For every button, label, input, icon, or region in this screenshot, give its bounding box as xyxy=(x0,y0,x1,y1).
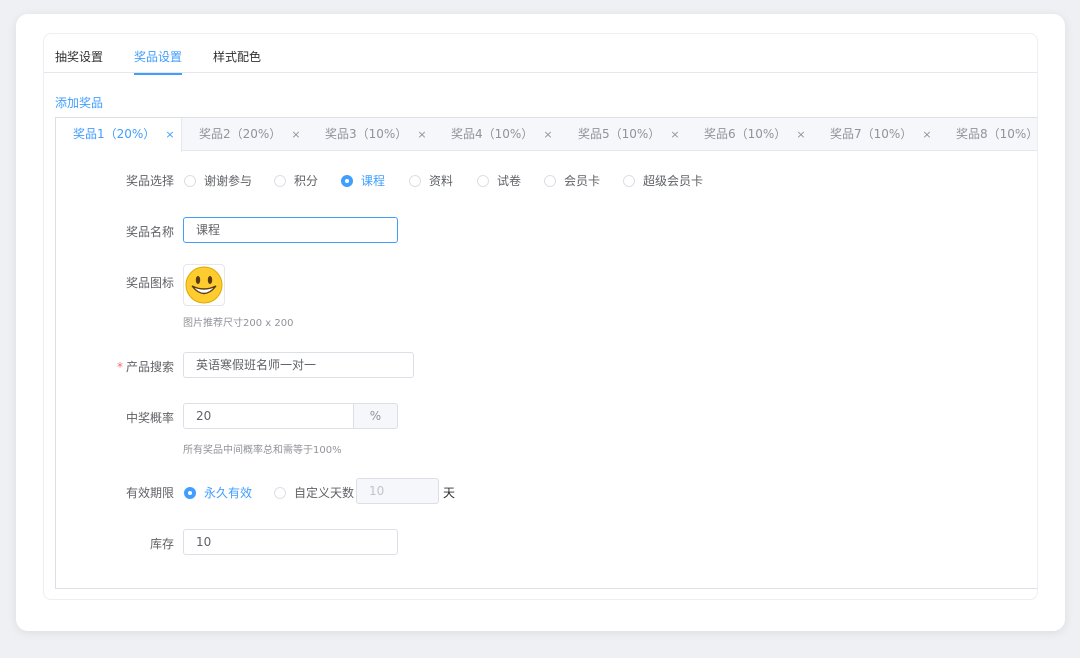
close-icon[interactable]: × xyxy=(543,128,552,141)
stock-label: 库存 xyxy=(149,537,174,551)
prize-icon-hint: 图片推荐尺寸200 x 200 xyxy=(183,318,294,329)
radio-circle xyxy=(409,174,421,187)
radio-exam[interactable]: 试卷 xyxy=(477,172,521,189)
radio-materials[interactable]: 资料 xyxy=(409,172,453,189)
close-icon[interactable]: × xyxy=(165,128,174,141)
radio-circle xyxy=(341,174,353,187)
validity-label: 有效期限 xyxy=(125,486,174,500)
radio-label: 谢谢参与 xyxy=(204,174,253,188)
stock-input[interactable]: 10 xyxy=(183,529,398,555)
radio-label: 自定义天数 xyxy=(294,486,355,500)
prize-tabs: 奖品1（20%） × 奖品2（20%） × 奖品3（10%） × 奖品4（10%） × … xyxy=(56,118,1038,152)
prize-tab-4[interactable]: 奖品4（10%） × xyxy=(451,118,553,151)
prize-tab-label: 奖品2（20%） xyxy=(199,127,282,141)
prize-tab-7[interactable]: 奖品7（10%） × xyxy=(830,118,932,151)
radio-points[interactable]: 积分 xyxy=(274,172,318,189)
prize-tab-2[interactable]: 奖品2（20%） × xyxy=(199,118,301,151)
custom-days-input[interactable]: 10 xyxy=(356,478,439,504)
radio-thanks[interactable]: 谢谢参与 xyxy=(184,172,252,189)
radio-label: 课程 xyxy=(361,174,386,188)
product-search-input[interactable]: 英语寒假班名师一对一 xyxy=(183,352,414,378)
radio-course[interactable]: 课程 xyxy=(341,172,385,189)
close-icon[interactable]: × xyxy=(796,128,805,141)
radio-custom-days[interactable]: 自定义天数 xyxy=(274,484,354,501)
close-icon[interactable]: × xyxy=(417,128,426,141)
prize-name-input[interactable]: 课程 xyxy=(183,217,398,243)
smiley-face-icon xyxy=(185,266,223,304)
prize-icon-upload[interactable] xyxy=(183,264,225,306)
radio-circle xyxy=(274,174,286,187)
settings-card: 抽奖设置 奖品设置 样式配色 添加奖品 奖品1（20%） × 奖品2（20%） × … xyxy=(43,33,1038,600)
radio-super-member-card[interactable]: 超级会员卡 xyxy=(623,172,703,189)
percent-suffix: % xyxy=(354,403,398,429)
radio-circle xyxy=(477,174,489,187)
prize-tab-label: 奖品1（20%） xyxy=(73,127,156,141)
prize-icon-label: 奖品图标 xyxy=(125,276,174,290)
radio-label: 超级会员卡 xyxy=(643,174,704,188)
days-unit: 天 xyxy=(443,486,456,500)
win-rate-hint: 所有奖品中间概率总和需等于100% xyxy=(183,445,342,456)
required-mark: * xyxy=(116,360,123,374)
prize-tab-label: 奖品8（10%） xyxy=(956,127,1038,141)
radio-label: 永久有效 xyxy=(204,486,253,500)
radio-label: 会员卡 xyxy=(564,174,601,188)
radio-circle xyxy=(544,174,556,187)
tab-prize-settings[interactable]: 奖品设置 xyxy=(134,48,183,75)
radio-permanent[interactable]: 永久有效 xyxy=(184,484,252,501)
radio-label: 积分 xyxy=(294,174,319,188)
win-rate-input[interactable]: 20 xyxy=(183,403,354,429)
prize-tab-label: 奖品7（10%） xyxy=(830,127,913,141)
prize-tab-5[interactable]: 奖品5（10%） × xyxy=(578,118,680,151)
radio-label: 资料 xyxy=(429,174,454,188)
prize-tab-label: 奖品4（10%） xyxy=(451,127,534,141)
radio-circle xyxy=(623,174,635,187)
prize-tab-label: 奖品3（10%） xyxy=(325,127,408,141)
close-icon[interactable]: × xyxy=(291,128,300,141)
prize-tab-6[interactable]: 奖品6（10%） × xyxy=(704,118,806,151)
product-search-label-text: 产品搜索 xyxy=(125,360,174,374)
close-icon[interactable]: × xyxy=(922,128,931,141)
prize-panel: 奖品1（20%） × 奖品2（20%） × 奖品3（10%） × 奖品4（10%） × … xyxy=(55,117,1038,589)
radio-circle xyxy=(274,486,286,499)
prize-tab-3[interactable]: 奖品3（10%） × xyxy=(325,118,427,151)
tab-lottery-settings[interactable]: 抽奖设置 xyxy=(55,48,103,73)
prize-tab-8[interactable]: 奖品8（10%） xyxy=(956,118,1038,151)
add-prize-link[interactable]: 添加奖品 xyxy=(55,94,103,111)
radio-member-card[interactable]: 会员卡 xyxy=(544,172,600,189)
close-icon[interactable]: × xyxy=(670,128,679,141)
radio-label: 试卷 xyxy=(497,174,522,188)
radio-circle xyxy=(184,174,196,187)
prize-type-label: 奖品选择 xyxy=(125,174,174,188)
prize-name-label: 奖品名称 xyxy=(125,225,174,239)
prize-tab-label: 奖品6（10%） xyxy=(704,127,787,141)
product-search-label: * 产品搜索 xyxy=(56,358,174,375)
prize-tab-label: 奖品5（10%） xyxy=(578,127,661,141)
tab-style-colors[interactable]: 样式配色 xyxy=(213,48,261,73)
prize-tab-1[interactable]: 奖品1（20%） × xyxy=(56,118,182,152)
win-rate-label: 中奖概率 xyxy=(125,411,174,425)
radio-circle xyxy=(184,486,196,499)
top-tabs: 抽奖设置 奖品设置 样式配色 xyxy=(44,34,1037,75)
